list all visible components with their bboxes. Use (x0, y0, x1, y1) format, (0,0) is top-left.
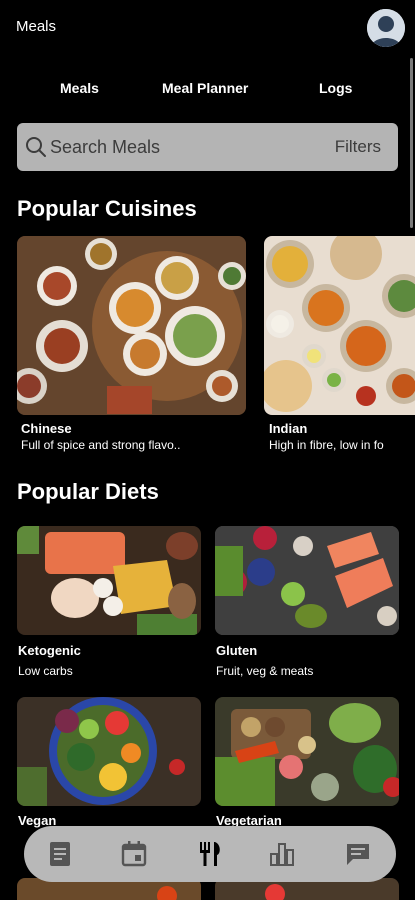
cuisine-name-indian: Indian (269, 421, 308, 436)
cuisine-name-chinese: Chinese (21, 421, 72, 436)
filters-button[interactable]: Filters (335, 137, 381, 157)
bar-chart-icon (270, 843, 294, 866)
search-input[interactable]: Search Meals (50, 137, 160, 158)
tab-logs[interactable]: Logs (319, 80, 352, 96)
diet-name-gluten: Gluten (216, 643, 258, 658)
indian-food-image (264, 236, 415, 415)
bottom-navigation (24, 826, 396, 882)
diet-name-ketogenic: Ketogenic (18, 643, 81, 658)
nav-chat-button[interactable] (344, 840, 372, 868)
fork-knife-icon (200, 842, 220, 866)
profile-avatar[interactable] (367, 9, 405, 47)
tab-meals[interactable]: Meals (60, 80, 99, 96)
tab-meal-planner[interactable]: Meal Planner (162, 80, 248, 96)
calendar-icon (121, 841, 147, 867)
user-icon (367, 9, 405, 47)
cuisine-desc-indian: High in fibre, low in fo (269, 438, 384, 452)
nav-calendar-button[interactable] (120, 840, 148, 868)
diet-desc-ketogenic: Low carbs (18, 664, 73, 678)
chinese-food-image (17, 236, 246, 415)
nav-meals-button[interactable] (196, 840, 224, 868)
nav-document-button[interactable] (46, 840, 74, 868)
cuisine-desc-chinese: Full of spice and strong flavo.. (21, 438, 181, 452)
ketogenic-food-image (17, 526, 201, 635)
vegan-food-image (17, 697, 201, 806)
diet-card-gluten[interactable] (215, 526, 399, 635)
document-icon (50, 842, 70, 866)
vegetarian-food-image (215, 697, 399, 806)
top-tabs: Meals Meal Planner Logs (0, 72, 415, 106)
app-title: Meals (16, 18, 57, 35)
diet-desc-gluten: Fruit, veg & meats (216, 664, 314, 678)
section-title-diets: Popular Diets (17, 479, 159, 504)
cuisine-card-chinese[interactable] (17, 236, 246, 415)
cuisine-card-indian[interactable] (264, 236, 415, 415)
gluten-food-image (215, 526, 399, 635)
search-bar[interactable]: Search Meals Filters (17, 123, 398, 171)
diet-card-vegan[interactable] (17, 697, 201, 806)
section-title-cuisines: Popular Cuisines (17, 196, 197, 221)
nav-stats-button[interactable] (268, 840, 296, 868)
top-bar: Meals (0, 0, 415, 56)
chat-icon (347, 844, 369, 865)
diet-card-vegetarian[interactable] (215, 697, 399, 806)
diet-card-ketogenic[interactable] (17, 526, 201, 635)
search-icon (26, 137, 46, 157)
